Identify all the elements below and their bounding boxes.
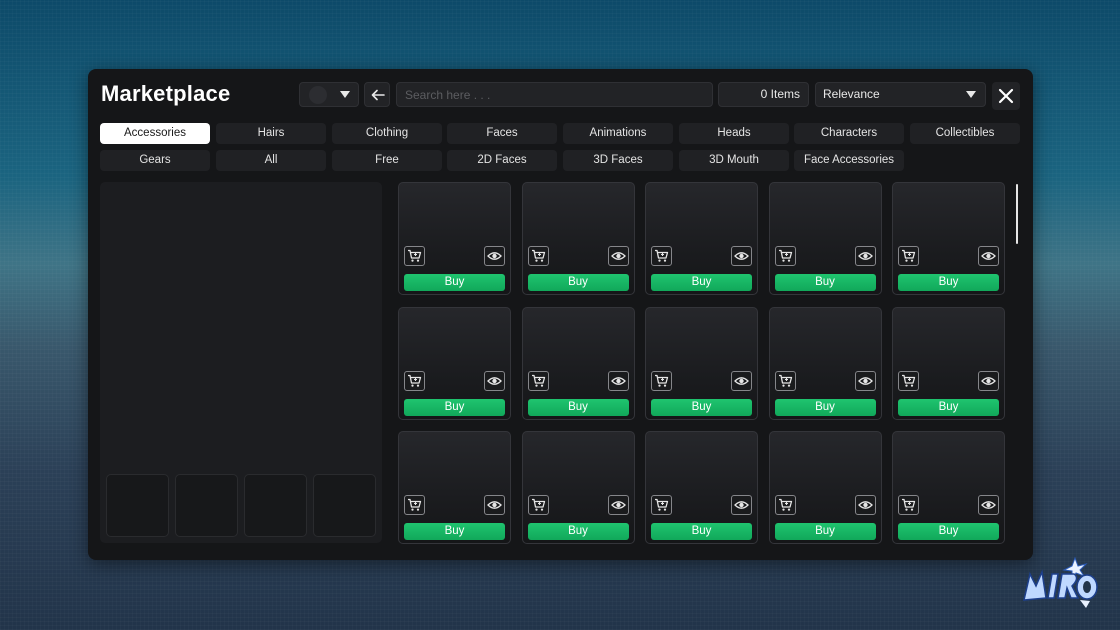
avatar-dropdown[interactable] bbox=[299, 82, 359, 107]
item-grid: Buy Buy Buy Buy Buy Buy Buy Buy Buy Buy Buy Buy Buy B… bbox=[398, 182, 1008, 546]
item-card[interactable]: Buy bbox=[398, 431, 511, 544]
page-title: Marketplace bbox=[101, 81, 231, 106]
tab-collectibles[interactable]: Collectibles bbox=[910, 123, 1020, 144]
tab-clothing[interactable]: Clothing bbox=[332, 123, 442, 144]
preview-button[interactable] bbox=[607, 246, 629, 266]
item-card[interactable]: Buy bbox=[521, 182, 635, 295]
item-card[interactable]: Buy bbox=[398, 182, 511, 295]
preview-slot[interactable] bbox=[106, 474, 169, 537]
tab-all[interactable]: All bbox=[216, 150, 326, 171]
add-to-cart-button[interactable] bbox=[774, 495, 796, 515]
buy-button[interactable]: Buy bbox=[774, 523, 876, 540]
item-card[interactable]: Buy bbox=[892, 306, 1005, 420]
preview-button[interactable] bbox=[854, 370, 876, 391]
preview-button[interactable] bbox=[484, 246, 505, 266]
tab-animations[interactable]: Animations bbox=[563, 123, 673, 144]
preview-button[interactable] bbox=[484, 495, 505, 515]
add-to-cart-button[interactable] bbox=[527, 246, 549, 266]
item-card[interactable]: Buy bbox=[768, 182, 882, 295]
preview-slot[interactable] bbox=[175, 474, 238, 537]
preview-button[interactable] bbox=[978, 495, 999, 515]
marketplace-panel: Marketplace 0 Items Relevance Accessorie… bbox=[88, 69, 1033, 560]
buy-button[interactable]: Buy bbox=[774, 274, 876, 291]
item-card[interactable]: Buy bbox=[521, 306, 635, 420]
preview-slot[interactable] bbox=[244, 474, 307, 537]
chevron-down-icon bbox=[966, 91, 976, 98]
tab-heads[interactable]: Heads bbox=[679, 123, 789, 144]
items-count: 0 Items bbox=[718, 82, 809, 107]
item-card[interactable]: Buy bbox=[521, 431, 635, 544]
tab-free[interactable]: Free bbox=[332, 150, 442, 171]
item-card[interactable]: Buy bbox=[398, 306, 511, 420]
tab-2d-faces[interactable]: 2D Faces bbox=[447, 150, 557, 171]
tab-accessories[interactable]: Accessories bbox=[100, 123, 210, 144]
preview-button[interactable] bbox=[854, 495, 876, 515]
preview-button[interactable] bbox=[854, 246, 876, 266]
add-to-cart-button[interactable] bbox=[651, 246, 672, 266]
add-to-cart-button[interactable] bbox=[898, 370, 919, 391]
preview-button[interactable] bbox=[978, 246, 999, 266]
item-card[interactable]: Buy bbox=[768, 431, 882, 544]
buy-button[interactable]: Buy bbox=[651, 398, 752, 416]
tab-hairs[interactable]: Hairs bbox=[216, 123, 326, 144]
item-card[interactable]: Buy bbox=[768, 306, 882, 420]
item-card[interactable]: Buy bbox=[892, 431, 1005, 544]
close-button[interactable] bbox=[992, 82, 1020, 110]
add-to-cart-button[interactable] bbox=[898, 246, 919, 266]
avatar bbox=[309, 86, 327, 104]
add-to-cart-button[interactable] bbox=[404, 370, 425, 391]
buy-button[interactable]: Buy bbox=[774, 398, 876, 416]
scrollbar[interactable] bbox=[1016, 184, 1018, 244]
buy-button[interactable]: Buy bbox=[651, 523, 752, 540]
preview-slot[interactable] bbox=[313, 474, 376, 537]
buy-button[interactable]: Buy bbox=[404, 398, 505, 416]
add-to-cart-button[interactable] bbox=[404, 246, 425, 266]
sort-dropdown[interactable]: Relevance bbox=[815, 82, 986, 107]
tab-3d-faces[interactable]: 3D Faces bbox=[563, 150, 673, 171]
preview-button[interactable] bbox=[731, 370, 752, 391]
buy-button[interactable]: Buy bbox=[404, 274, 505, 291]
add-to-cart-button[interactable] bbox=[774, 370, 796, 391]
tab-characters[interactable]: Characters bbox=[794, 123, 904, 144]
tab-face-accessories[interactable]: Face Accessories bbox=[794, 150, 904, 171]
add-to-cart-button[interactable] bbox=[651, 370, 672, 391]
preview-button[interactable] bbox=[607, 495, 629, 515]
preview-button[interactable] bbox=[607, 370, 629, 391]
item-card[interactable]: Buy bbox=[645, 306, 758, 420]
chevron-down-icon bbox=[340, 91, 350, 98]
add-to-cart-button[interactable] bbox=[651, 495, 672, 515]
tab-gears[interactable]: Gears bbox=[100, 150, 210, 171]
close-icon bbox=[998, 88, 1014, 104]
tab-faces[interactable]: Faces bbox=[447, 123, 557, 144]
buy-button[interactable]: Buy bbox=[527, 398, 629, 416]
miro-logo bbox=[1023, 556, 1098, 608]
preview-button[interactable] bbox=[731, 246, 752, 266]
back-button[interactable] bbox=[364, 82, 390, 107]
buy-button[interactable]: Buy bbox=[898, 523, 999, 540]
preview-button[interactable] bbox=[731, 495, 752, 515]
add-to-cart-button[interactable] bbox=[404, 495, 425, 515]
buy-button[interactable]: Buy bbox=[651, 274, 752, 291]
buy-button[interactable]: Buy bbox=[527, 523, 629, 540]
buy-button[interactable]: Buy bbox=[898, 398, 999, 416]
tab-3d-mouth[interactable]: 3D Mouth bbox=[679, 150, 789, 171]
add-to-cart-button[interactable] bbox=[774, 246, 796, 266]
preview-button[interactable] bbox=[484, 370, 505, 391]
add-to-cart-button[interactable] bbox=[527, 495, 549, 515]
item-card[interactable]: Buy bbox=[892, 182, 1005, 295]
buy-button[interactable]: Buy bbox=[527, 274, 629, 291]
item-card[interactable]: Buy bbox=[645, 182, 758, 295]
preview-button[interactable] bbox=[978, 370, 999, 391]
item-card[interactable]: Buy bbox=[645, 431, 758, 544]
buy-button[interactable]: Buy bbox=[404, 523, 505, 540]
add-to-cart-button[interactable] bbox=[527, 370, 549, 391]
arrow-left-icon bbox=[371, 89, 385, 101]
item-preview bbox=[100, 182, 382, 543]
sort-selected-label: Relevance bbox=[823, 87, 880, 101]
add-to-cart-button[interactable] bbox=[898, 495, 919, 515]
buy-button[interactable]: Buy bbox=[898, 274, 999, 291]
search-input[interactable] bbox=[396, 82, 713, 107]
